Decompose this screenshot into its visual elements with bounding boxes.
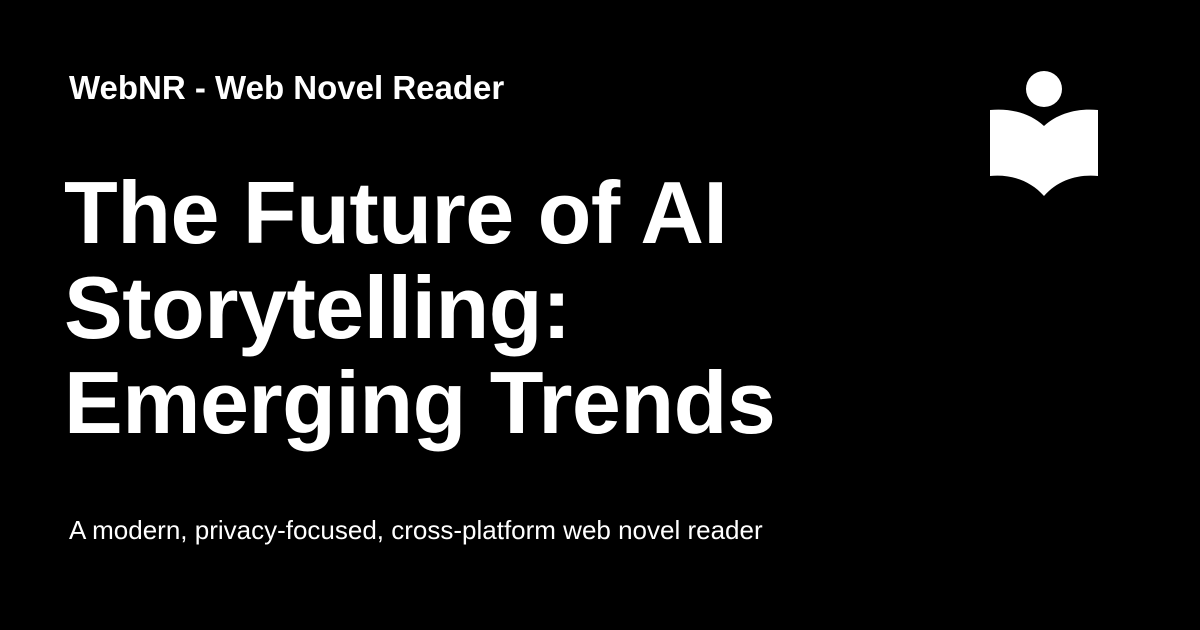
article-title-line-3: Emerging Trends [64, 353, 776, 452]
social-card: WebNR - Web Novel Reader The Future of A… [0, 0, 1200, 630]
article-title-line-2: Storytelling: [64, 258, 571, 357]
reader-head-shape [1026, 71, 1062, 107]
book-reader-icon [990, 71, 1098, 196]
article-title-line-1: The Future of AI [64, 163, 728, 262]
article-title: The Future of AI Storytelling: Emerging … [64, 165, 944, 450]
open-book-shape [990, 109, 1098, 196]
tagline: A modern, privacy-focused, cross-platfor… [69, 515, 763, 545]
site-name: WebNR - Web Novel Reader [69, 69, 505, 106]
